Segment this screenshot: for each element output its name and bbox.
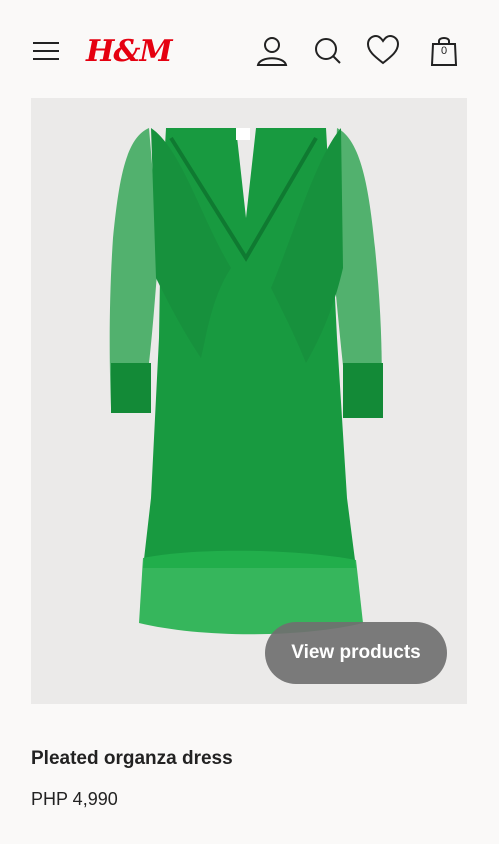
view-products-button[interactable]: View products <box>265 622 447 684</box>
top-header: H&M 0 <box>0 0 499 98</box>
favorites-heart-icon[interactable] <box>364 32 402 70</box>
search-icon[interactable] <box>309 32 347 70</box>
menu-icon[interactable] <box>33 40 59 62</box>
product-name[interactable]: Pleated organza dress <box>31 748 233 770</box>
brand-logo[interactable]: H&M <box>86 34 173 69</box>
product-price: PHP 4,990 <box>31 789 118 809</box>
shopping-bag-icon[interactable]: 0 <box>425 32 463 70</box>
account-icon[interactable] <box>253 32 291 70</box>
cart-count-badge: 0 <box>440 45 448 57</box>
product-image[interactable]: View products <box>31 98 467 704</box>
dress-illustration <box>109 128 383 635</box>
